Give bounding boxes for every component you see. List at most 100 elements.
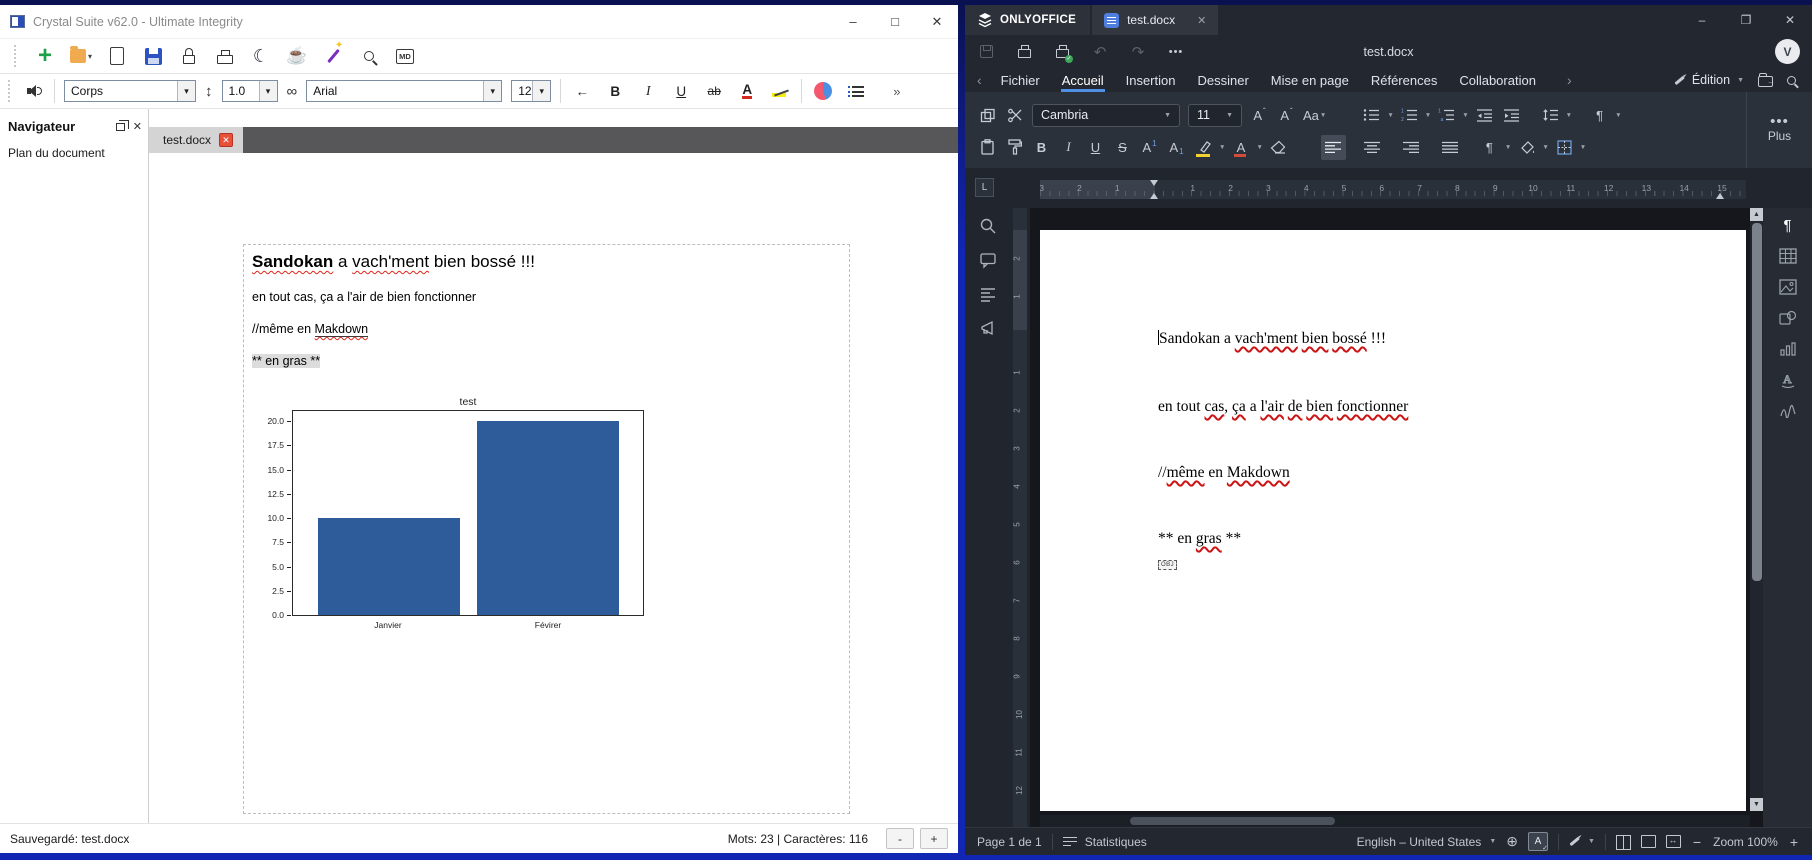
edition-mode-button[interactable]: Édition ▼ bbox=[1674, 73, 1744, 87]
fit-page-button[interactable] bbox=[1641, 835, 1656, 848]
italic-button[interactable]: I bbox=[636, 79, 660, 103]
menu-item-dessiner[interactable]: Dessiner bbox=[1186, 68, 1259, 92]
document-tab-close-icon[interactable]: ✕ bbox=[1197, 14, 1206, 27]
subscript-button[interactable]: A1 bbox=[1164, 135, 1189, 160]
underline-button[interactable]: U bbox=[669, 79, 693, 103]
fit-width-button[interactable] bbox=[1666, 835, 1681, 848]
close-panel-icon[interactable]: ✕ bbox=[133, 120, 142, 133]
zoom-level[interactable]: Zoom 100% bbox=[1713, 835, 1778, 849]
close-button[interactable]: ✕ bbox=[1768, 5, 1812, 35]
headings-button[interactable] bbox=[978, 284, 998, 304]
menu-item-fichier[interactable]: Fichier bbox=[990, 68, 1051, 92]
shading-caret-icon[interactable]: ▼ bbox=[1541, 144, 1549, 151]
shape-settings-button[interactable] bbox=[1777, 307, 1799, 329]
vertical-ruler[interactable]: 21123456789101112 bbox=[1010, 208, 1030, 827]
text-art-settings-button[interactable]: A bbox=[1777, 369, 1799, 391]
dark-mode-button[interactable]: ☾ bbox=[250, 45, 272, 67]
chart-settings-button[interactable] bbox=[1777, 338, 1799, 360]
nonprinting-chars-button[interactable]: ¶ bbox=[1477, 135, 1502, 160]
tab-close-icon[interactable]: ✕ bbox=[219, 133, 233, 147]
print-button[interactable] bbox=[214, 45, 236, 67]
borders-button[interactable] bbox=[1552, 135, 1577, 160]
toolbar-overflow-button[interactable]: » bbox=[893, 84, 900, 99]
two-page-view-button[interactable] bbox=[1616, 835, 1631, 848]
spell-check-toggle[interactable]: A bbox=[1528, 832, 1548, 851]
print-button[interactable] bbox=[1015, 43, 1033, 61]
bold-button[interactable]: B bbox=[603, 79, 627, 103]
italic-button[interactable]: I bbox=[1056, 135, 1081, 160]
font-color-button[interactable]: A bbox=[735, 79, 759, 103]
borders-caret-icon[interactable]: ▼ bbox=[1579, 144, 1587, 151]
menu-item-collaboration[interactable]: Collaboration bbox=[1448, 68, 1547, 92]
horizontal-scrollbar[interactable] bbox=[1040, 815, 1750, 827]
bold-button[interactable]: B bbox=[1029, 135, 1054, 160]
underline-button[interactable]: U bbox=[1083, 135, 1108, 160]
decrease-font-button[interactable]: Aˇ bbox=[1274, 103, 1299, 128]
increase-indent-button[interactable] bbox=[1499, 103, 1524, 128]
embedded-bar-chart[interactable]: test 0.02.55.07.510.012.515.017.520.0 Ja… bbox=[254, 396, 648, 648]
decrease-indent-button[interactable] bbox=[1472, 103, 1497, 128]
highlight-color-caret-icon[interactable]: ▼ bbox=[1218, 144, 1226, 151]
language-select[interactable]: English – United States▼ bbox=[1357, 835, 1497, 849]
strikethrough-button[interactable]: S bbox=[1110, 135, 1135, 160]
minimize-button[interactable]: – bbox=[1680, 5, 1724, 35]
left-indent-marker[interactable] bbox=[1150, 193, 1158, 199]
menu-item-mise-en-page[interactable]: Mise en page bbox=[1260, 68, 1360, 92]
clear-style-button[interactable] bbox=[1266, 135, 1291, 160]
zoom-in-button[interactable]: + bbox=[920, 828, 948, 849]
comments-button[interactable] bbox=[978, 250, 998, 270]
scroll-up-arrow-icon[interactable]: ▲ bbox=[1750, 208, 1763, 221]
line-height-select[interactable]: 1.0 bbox=[222, 80, 278, 102]
save-button[interactable] bbox=[142, 45, 164, 67]
maximize-button[interactable]: □ bbox=[874, 7, 916, 37]
new-plus-button[interactable]: + bbox=[34, 45, 56, 67]
open-folder-button[interactable]: ▾ bbox=[70, 45, 92, 67]
nonprinting-chars-caret-icon[interactable]: ▼ bbox=[1504, 144, 1512, 151]
highlight-button[interactable] bbox=[768, 79, 792, 103]
line-spacing-caret-icon[interactable]: ▼ bbox=[1565, 112, 1573, 119]
change-case-button[interactable]: Aa▼ bbox=[1301, 103, 1329, 128]
sidebar-item-plan-du-document[interactable]: Plan du document bbox=[8, 146, 142, 160]
list-button[interactable] bbox=[844, 79, 868, 103]
close-button[interactable]: ✕ bbox=[916, 7, 958, 37]
font-size-select[interactable]: 11▼ bbox=[1188, 104, 1242, 127]
numbered-list-button[interactable]: 12 bbox=[1397, 103, 1422, 128]
zoom-out-button[interactable]: - bbox=[886, 828, 914, 849]
multilevel-list-button[interactable]: 1a bbox=[1434, 103, 1459, 128]
first-line-indent-marker[interactable] bbox=[1150, 180, 1158, 186]
vertical-scrollbar[interactable]: ▲ ▼ bbox=[1750, 208, 1763, 811]
image-settings-button[interactable] bbox=[1777, 276, 1799, 298]
multilevel-list-caret-icon[interactable]: ▼ bbox=[1461, 112, 1469, 119]
cs-document-area[interactable]: Sandokan a vach'ment bien bossé !!! en t… bbox=[149, 153, 958, 823]
align-left-button[interactable] bbox=[1321, 135, 1346, 160]
open-file-location-icon[interactable] bbox=[1758, 76, 1773, 87]
horizontal-scrollbar-thumb[interactable] bbox=[1130, 817, 1335, 825]
increase-font-button[interactable]: Aˆ bbox=[1247, 103, 1272, 128]
undock-icon[interactable] bbox=[116, 123, 125, 131]
align-center-button[interactable] bbox=[1360, 135, 1385, 160]
restore-button[interactable]: ❐ bbox=[1724, 5, 1768, 35]
vertical-scrollbar-thumb[interactable] bbox=[1752, 223, 1762, 581]
lock-button[interactable] bbox=[178, 45, 200, 67]
minimize-button[interactable]: – bbox=[832, 7, 874, 37]
menu-item-clipped[interactable]: P bbox=[1547, 68, 1559, 92]
paragraph-style-select[interactable]: Corps bbox=[64, 80, 196, 102]
numbered-list-caret-icon[interactable]: ▼ bbox=[1424, 112, 1432, 119]
shading-button[interactable] bbox=[1514, 135, 1539, 160]
set-language-globe-icon[interactable]: ⊕ bbox=[1506, 833, 1518, 850]
copy-button[interactable] bbox=[975, 103, 1000, 128]
menu-scroll-left-icon[interactable]: ‹ bbox=[969, 72, 990, 88]
table-settings-button[interactable] bbox=[1777, 245, 1799, 267]
line-spacing-button[interactable] bbox=[1538, 103, 1563, 128]
right-indent-marker[interactable] bbox=[1716, 193, 1724, 199]
toolbar-more-button[interactable]: ••• Plus bbox=[1746, 92, 1812, 168]
paragraph-direction-button[interactable]: ¶ bbox=[1587, 103, 1612, 128]
speaker-button[interactable] bbox=[23, 80, 45, 102]
folder-caret-icon[interactable]: ▾ bbox=[88, 52, 92, 61]
chart-button[interactable] bbox=[811, 79, 835, 103]
user-avatar[interactable]: V bbox=[1775, 39, 1800, 64]
undo-button[interactable]: ← bbox=[570, 79, 594, 103]
magic-wand-button[interactable] bbox=[322, 45, 344, 67]
page-indicator[interactable]: Page 1 de 1 bbox=[977, 835, 1042, 849]
track-changes-button[interactable]: ▼ bbox=[1569, 838, 1595, 845]
